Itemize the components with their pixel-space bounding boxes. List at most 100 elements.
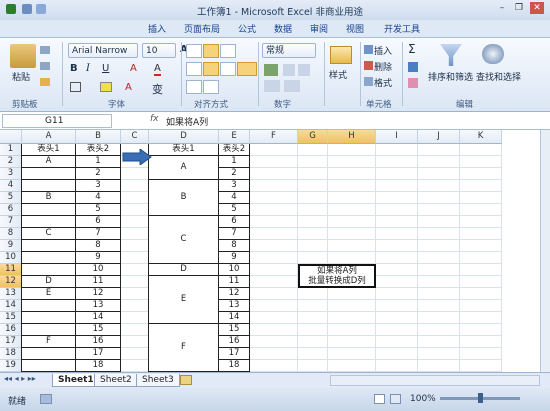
tab-sheet1[interactable]: Sheet1 (52, 374, 100, 387)
column-header-e[interactable]: E (219, 130, 250, 144)
cell-e10[interactable]: 9 (219, 252, 250, 264)
cell-e6[interactable]: 5 (219, 204, 250, 216)
tab-developer[interactable]: 开发工具 (384, 22, 420, 35)
cell-a10[interactable] (22, 252, 76, 264)
column-header-a[interactable]: A (22, 130, 76, 144)
page-layout-view-icon[interactable] (390, 394, 401, 404)
styles-button-label[interactable]: 样式 (329, 68, 347, 81)
font-size-aa-button[interactable]: A (130, 63, 137, 74)
column-header-c[interactable]: C (121, 130, 149, 144)
merged-cell-d[interactable]: F (149, 324, 219, 372)
borders-icon[interactable] (70, 82, 81, 92)
cell-e17[interactable]: 16 (219, 336, 250, 348)
font-name-select[interactable]: Arial Narrow (68, 43, 138, 58)
undo-icon[interactable] (36, 4, 46, 14)
bottom-align-icon[interactable] (220, 44, 236, 58)
cell-e2[interactable]: 1 (219, 156, 250, 168)
cell-b4[interactable]: 3 (76, 180, 121, 192)
cell-b18[interactable]: 17 (76, 348, 121, 360)
sort-filter-button[interactable]: 排序和筛选 (428, 70, 473, 83)
vertical-scrollbar[interactable] (540, 130, 550, 372)
cell-b12[interactable]: 11 (76, 276, 121, 288)
tab-view[interactable]: 视图 (346, 22, 364, 35)
insert-button[interactable]: 插入 (374, 44, 392, 57)
align-center-icon[interactable] (203, 62, 219, 76)
tab-data[interactable]: 数据 (274, 22, 292, 35)
cell-b5[interactable]: 4 (76, 192, 121, 204)
column-header-i[interactable]: I (376, 130, 418, 144)
cell-b13[interactable]: 12 (76, 288, 121, 300)
row-header[interactable]: 5 (0, 192, 22, 204)
cell-e12[interactable]: 11 (219, 276, 250, 288)
note-box[interactable]: 如果将A列 批量转换成D列 (298, 264, 376, 288)
currency-icon[interactable] (264, 64, 278, 76)
phonetic-button[interactable]: 变 (152, 81, 163, 97)
bold-button[interactable]: B (70, 63, 78, 74)
delete-icon[interactable] (364, 61, 373, 70)
close-icon[interactable]: ✕ (530, 2, 544, 14)
horizontal-scrollbar[interactable] (330, 375, 540, 386)
select-all-corner[interactable] (0, 130, 22, 144)
tab-review[interactable]: 审阅 (310, 22, 328, 35)
clear-icon[interactable] (408, 78, 418, 88)
fill-icon[interactable] (408, 62, 418, 72)
column-header-b[interactable]: B (76, 130, 121, 144)
formula-input[interactable]: 如果将A列 (166, 115, 208, 128)
row-header[interactable]: 10 (0, 252, 22, 264)
middle-align-icon[interactable] (203, 44, 219, 58)
format-icon[interactable] (364, 77, 373, 86)
comma-icon[interactable] (298, 64, 310, 76)
autosum-button[interactable]: Σ (408, 42, 416, 56)
align-right-icon[interactable] (220, 62, 236, 76)
cell-b3[interactable]: 2 (76, 168, 121, 180)
cell-a3[interactable] (22, 168, 76, 180)
cell-b9[interactable]: 8 (76, 240, 121, 252)
cell-b7[interactable]: 6 (76, 216, 121, 228)
cell-e8[interactable]: 7 (219, 228, 250, 240)
row-header[interactable]: 19 (0, 360, 22, 372)
cell-a15[interactable] (22, 312, 76, 324)
cell-a6[interactable] (22, 204, 76, 216)
top-align-icon[interactable] (186, 44, 202, 58)
align-left-icon[interactable] (186, 62, 202, 76)
merged-cell-d[interactable]: D (149, 264, 219, 276)
row-header[interactable]: 7 (0, 216, 22, 228)
column-header-j[interactable]: J (418, 130, 460, 144)
cell-b1[interactable]: 表头2 (76, 144, 121, 156)
row-header[interactable]: 12 (0, 276, 22, 288)
cell-a9[interactable] (22, 240, 76, 252)
cell-b8[interactable]: 7 (76, 228, 121, 240)
macro-record-icon[interactable] (40, 394, 52, 404)
normal-view-icon[interactable] (374, 394, 385, 404)
cell-b10[interactable]: 9 (76, 252, 121, 264)
tab-page-layout[interactable]: 页面布局 (184, 22, 220, 35)
cell-b2[interactable]: 1 (76, 156, 121, 168)
tab-sheet3[interactable]: Sheet3 (136, 374, 180, 387)
row-header[interactable]: 3 (0, 168, 22, 180)
fill-color-icon[interactable] (100, 82, 112, 92)
minimize-icon[interactable]: – (495, 2, 509, 14)
row-header[interactable]: 1 (0, 144, 22, 156)
cell-e14[interactable]: 13 (219, 300, 250, 312)
cell-b15[interactable]: 14 (76, 312, 121, 324)
row-header[interactable]: 16 (0, 324, 22, 336)
paste-icon[interactable] (10, 44, 36, 68)
paste-button-label[interactable]: 粘贴 (12, 70, 30, 83)
tab-sheet2[interactable]: Sheet2 (94, 374, 138, 387)
cell-e16[interactable]: 15 (219, 324, 250, 336)
delete-button[interactable]: 删除 (374, 60, 392, 73)
row-header[interactable]: 15 (0, 312, 22, 324)
cell-b16[interactable]: 15 (76, 324, 121, 336)
cell-a17[interactable]: F (22, 336, 76, 348)
format-painter-icon[interactable] (40, 78, 50, 86)
worksheet-grid[interactable]: A B C D E F G H I J K 1 2 3 4 5 6 7 8 9 10 11 12 13 14 15 16 17 18 19… (0, 130, 540, 372)
styles-icon[interactable] (330, 46, 352, 64)
row-header[interactable]: 14 (0, 300, 22, 312)
cell-e18[interactable]: 17 (219, 348, 250, 360)
cell-a13[interactable]: E (22, 288, 76, 300)
cell-a1[interactable]: 表头1 (22, 144, 76, 156)
cell-e11[interactable]: 10 (219, 264, 250, 276)
column-header-k[interactable]: K (460, 130, 502, 144)
row-header[interactable]: 11 (0, 264, 22, 276)
column-header-f[interactable]: F (250, 130, 298, 144)
